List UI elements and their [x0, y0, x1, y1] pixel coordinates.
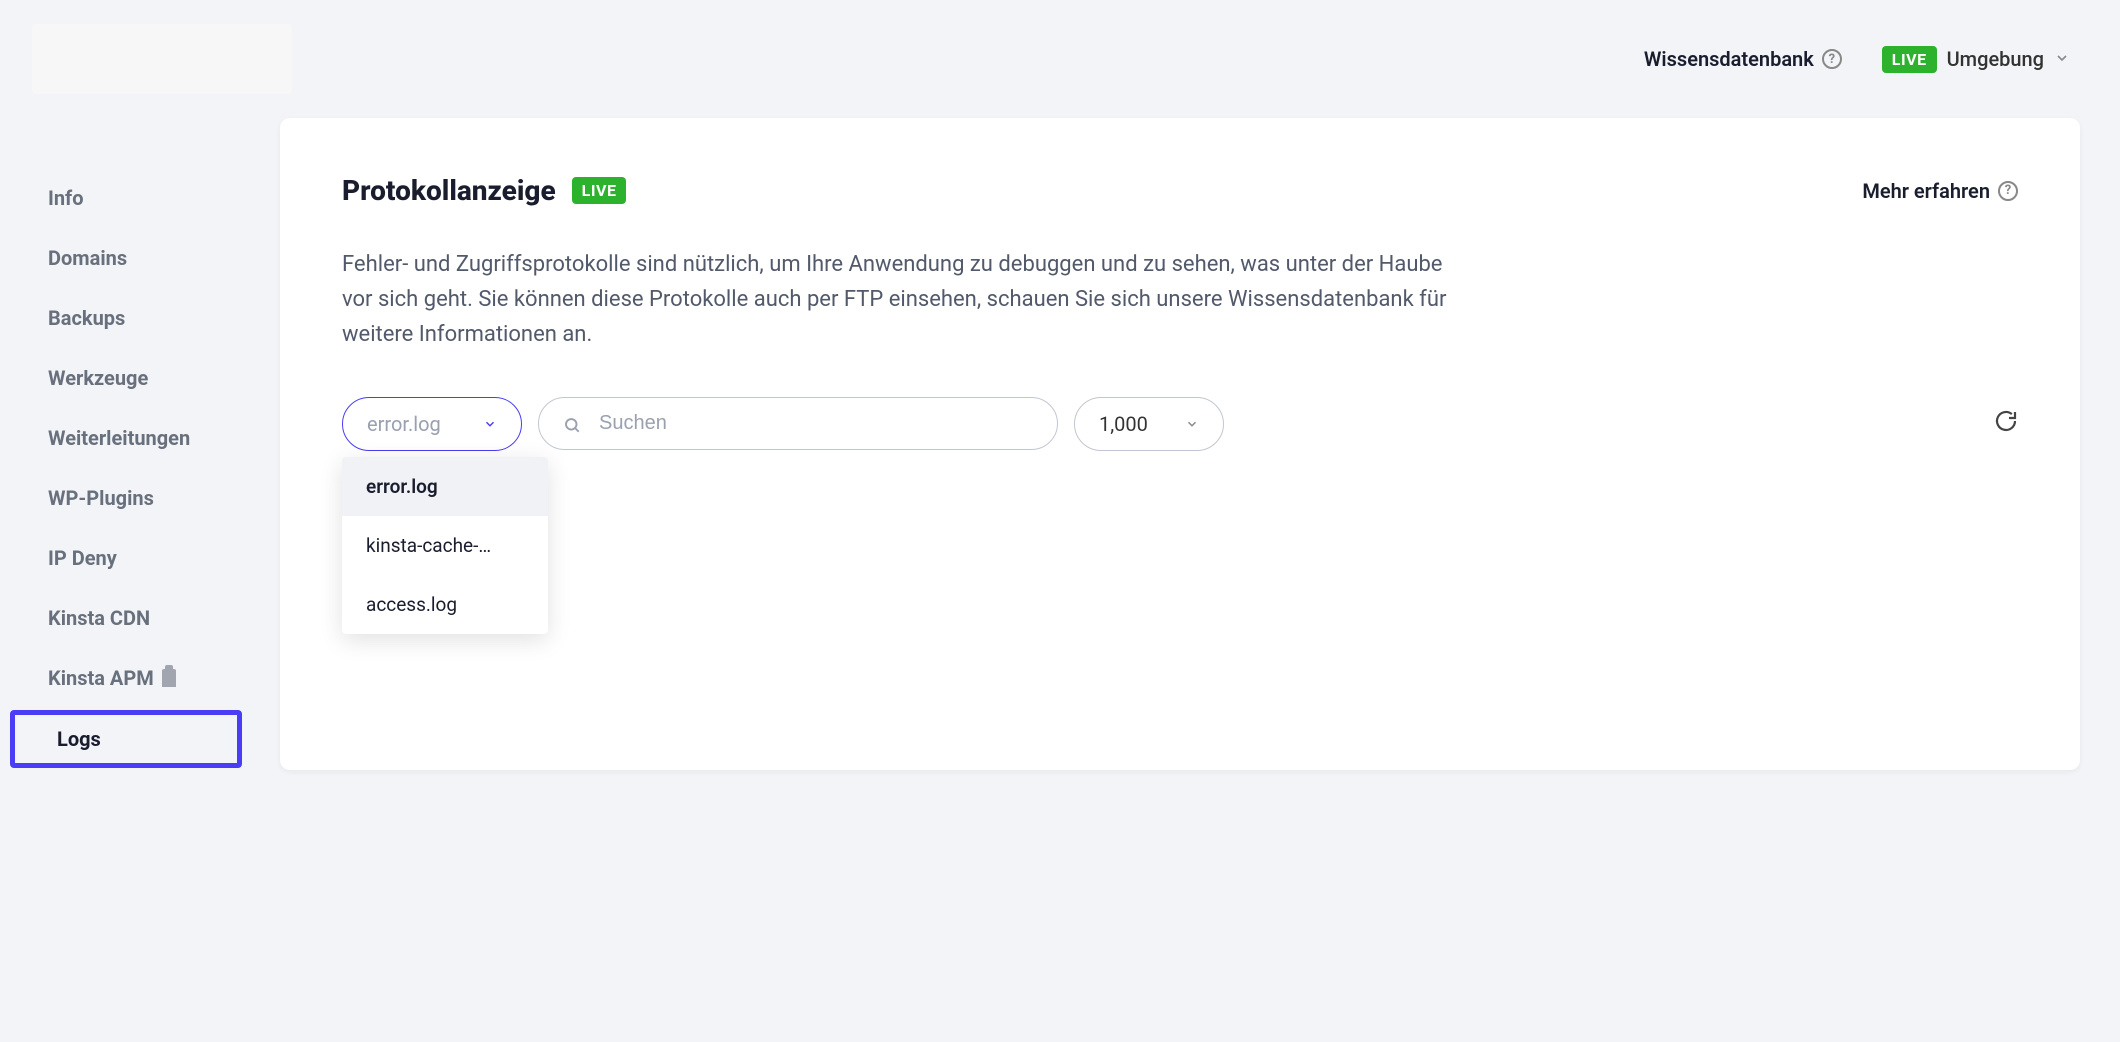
learn-more-link[interactable]: Mehr erfahren ? [1862, 179, 2018, 203]
sidebar-item-ip-deny[interactable]: IP Deny [0, 528, 250, 588]
live-badge: LIVE [1882, 46, 1937, 73]
dropdown-option-access-log[interactable]: access.log [342, 575, 548, 634]
layout: Info Domains Backups Werkzeuge Weiterlei… [0, 118, 2120, 770]
line-count-select[interactable]: 1,000 [1074, 397, 1224, 451]
logo-placeholder [32, 24, 292, 94]
sidebar-item-logs[interactable]: Logs [10, 710, 242, 768]
log-file-select[interactable]: error.log [342, 397, 522, 451]
sidebar-item-label: Weiterleitungen [48, 426, 190, 450]
chevron-down-icon [1185, 412, 1199, 436]
sidebar-item-label: Domains [48, 246, 127, 270]
sidebar-item-label: Backups [48, 306, 125, 330]
page-title: Protokollanzeige [342, 174, 556, 207]
page-description: Fehler- und Zugriffsprotokolle sind nütz… [342, 247, 1462, 353]
sidebar-item-label: WP-Plugins [48, 486, 154, 510]
refresh-button[interactable] [1994, 409, 2018, 438]
main-header: Protokollanzeige LIVE Mehr erfahren ? [342, 174, 2018, 207]
search-icon [563, 415, 581, 433]
knowledge-base-label: Wissensdatenbank [1644, 47, 1814, 71]
search-input[interactable] [599, 412, 1033, 435]
chevron-down-icon [483, 412, 497, 436]
title-live-badge: LIVE [572, 177, 627, 204]
controls-row: error.log 1,000 [342, 397, 2018, 451]
learn-more-label: Mehr erfahren [1862, 179, 1990, 203]
log-file-select-value: error.log [367, 412, 441, 436]
knowledge-base-link[interactable]: Wissensdatenbank ? [1644, 47, 1842, 71]
sidebar-item-kinsta-cdn[interactable]: Kinsta CDN [0, 588, 250, 648]
sidebar: Info Domains Backups Werkzeuge Weiterlei… [0, 118, 250, 770]
sidebar-item-info[interactable]: Info [0, 168, 250, 228]
dropdown-option-kinsta-cache[interactable]: kinsta-cache-… [342, 516, 548, 575]
sidebar-item-domains[interactable]: Domains [0, 228, 250, 288]
beta-icon [162, 669, 176, 687]
sidebar-item-label: Info [48, 186, 84, 210]
sidebar-item-label: IP Deny [48, 546, 117, 570]
sidebar-item-kinsta-apm[interactable]: Kinsta APM [0, 648, 250, 708]
sidebar-item-label: Logs [57, 727, 101, 751]
sidebar-item-redirects[interactable]: Weiterleitungen [0, 408, 250, 468]
log-file-dropdown: error.log kinsta-cache-… access.log [342, 457, 548, 634]
line-count-value: 1,000 [1099, 412, 1148, 436]
topbar-right: Wissensdatenbank ? LIVE Umgebung [1644, 46, 2070, 73]
chevron-down-icon [2054, 47, 2070, 71]
environment-label: Umgebung [1947, 47, 2044, 71]
help-icon: ? [1822, 49, 1842, 69]
main-panel: Protokollanzeige LIVE Mehr erfahren ? Fe… [280, 118, 2080, 770]
dropdown-option-error-log[interactable]: error.log [342, 457, 548, 516]
sidebar-item-backups[interactable]: Backups [0, 288, 250, 348]
main-title-wrap: Protokollanzeige LIVE [342, 174, 626, 207]
sidebar-item-label: Werkzeuge [48, 366, 148, 390]
sidebar-item-label: Kinsta APM [48, 666, 154, 690]
environment-selector[interactable]: LIVE Umgebung [1882, 46, 2070, 73]
search-box [538, 397, 1058, 450]
sidebar-item-tools[interactable]: Werkzeuge [0, 348, 250, 408]
help-icon: ? [1998, 181, 2018, 201]
sidebar-item-label: Kinsta CDN [48, 606, 150, 630]
sidebar-item-wp-plugins[interactable]: WP-Plugins [0, 468, 250, 528]
topbar: Wissensdatenbank ? LIVE Umgebung [0, 0, 2120, 118]
